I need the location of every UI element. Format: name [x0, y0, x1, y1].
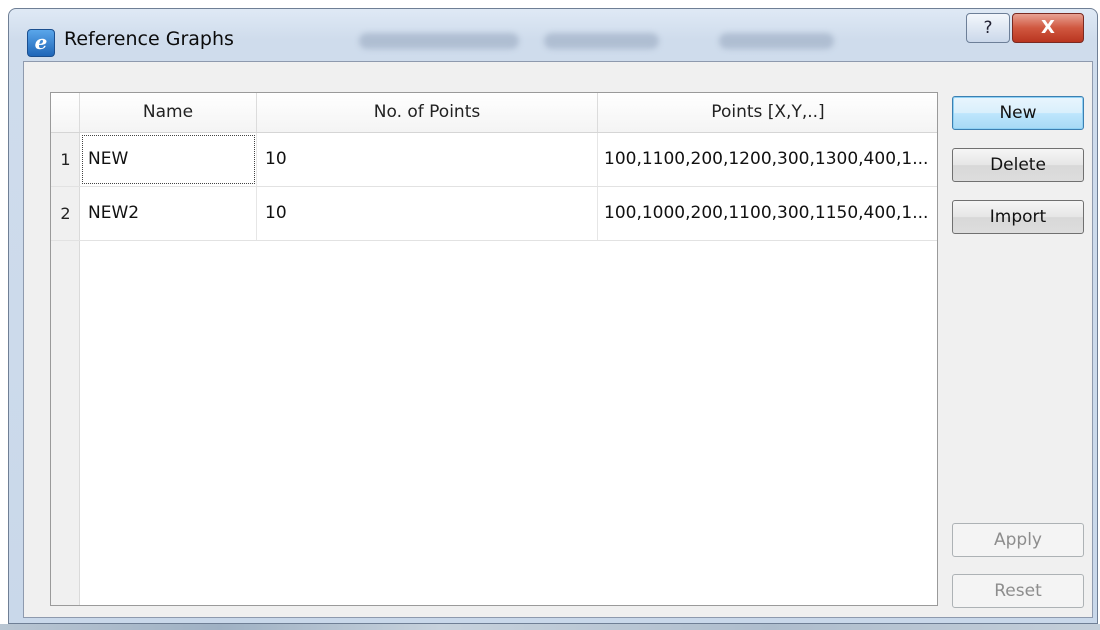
- points-cell[interactable]: 100,1000,200,1100,300,1150,400,1...: [598, 187, 937, 240]
- background-taskbar-strip: [0, 624, 1100, 630]
- title-bar[interactable]: e Reference Graphs ? X: [9, 9, 1097, 61]
- blurred-background-text: [719, 33, 834, 49]
- new-button[interactable]: New: [952, 96, 1084, 130]
- row-number[interactable]: 1: [51, 133, 80, 186]
- close-icon: X: [1041, 17, 1055, 38]
- window-title: Reference Graphs: [64, 28, 234, 50]
- points-count-cell[interactable]: 10: [257, 133, 598, 186]
- column-header-no-of-points[interactable]: No. of Points: [257, 93, 598, 132]
- column-header-name[interactable]: Name: [80, 93, 257, 132]
- name-cell[interactable]: NEW: [80, 133, 257, 186]
- reset-button[interactable]: Reset: [952, 574, 1084, 608]
- app-icon: e: [27, 29, 55, 57]
- corner-header[interactable]: [51, 93, 80, 132]
- dialog-body: Name No. of Points Points [X,Y,..] 1 NEW…: [23, 61, 1093, 618]
- name-cell[interactable]: NEW2: [80, 187, 257, 240]
- import-button[interactable]: Import: [952, 200, 1084, 234]
- table-row[interactable]: 1 NEW 10 100,1100,200,1200,300,1300,400,…: [51, 133, 937, 187]
- help-button[interactable]: ?: [966, 13, 1010, 43]
- apply-button[interactable]: Apply: [952, 523, 1084, 557]
- points-cell[interactable]: 100,1100,200,1200,300,1300,400,1...: [598, 133, 937, 186]
- blurred-background-text: [544, 33, 659, 49]
- delete-button[interactable]: Delete: [952, 148, 1084, 182]
- table-row[interactable]: 2 NEW2 10 100,1000,200,1100,300,1150,400…: [51, 187, 937, 241]
- row-number[interactable]: 2: [51, 187, 80, 240]
- column-header-points[interactable]: Points [X,Y,..]: [598, 93, 937, 132]
- help-icon: ?: [983, 18, 993, 38]
- reference-graphs-dialog: e Reference Graphs ? X Name No. of Point…: [8, 8, 1098, 624]
- reference-graphs-table[interactable]: Name No. of Points Points [X,Y,..] 1 NEW…: [50, 92, 938, 606]
- blurred-background-text: [359, 33, 519, 49]
- points-count-cell[interactable]: 10: [257, 187, 598, 240]
- close-button[interactable]: X: [1012, 13, 1084, 43]
- table-header: Name No. of Points Points [X,Y,..]: [51, 93, 937, 133]
